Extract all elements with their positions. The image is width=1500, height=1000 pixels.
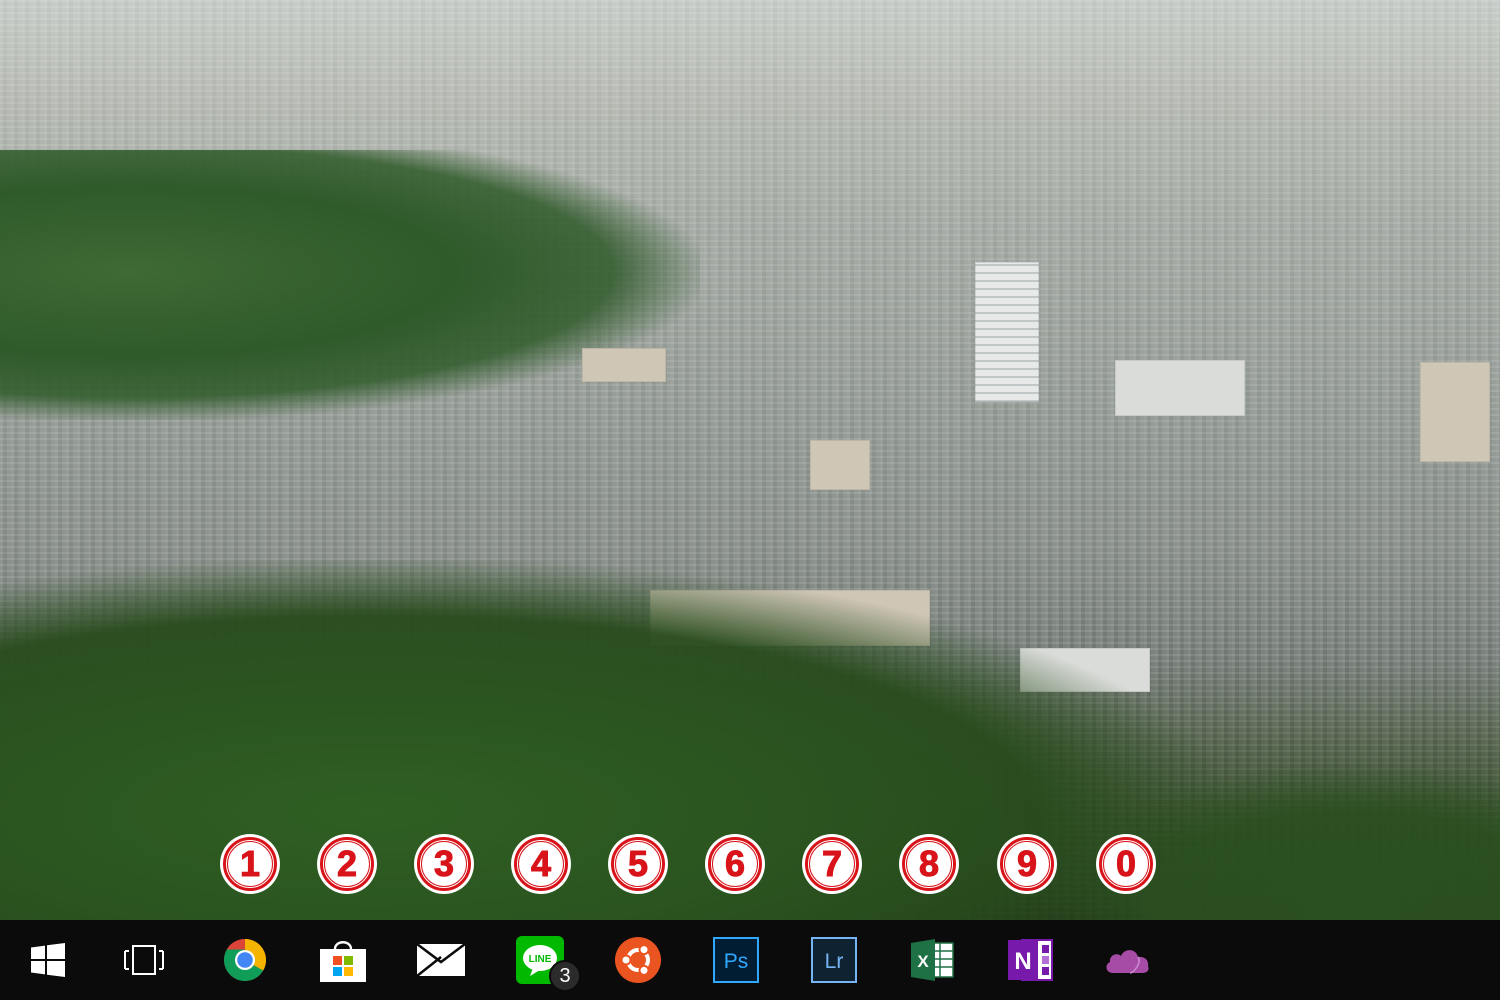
excel-icon-text: X: [917, 952, 929, 971]
marker-label: 0: [1115, 843, 1137, 884]
photoshop-taskbar-button[interactable]: Ps: [691, 920, 781, 1000]
marker-label: 5: [627, 843, 649, 884]
onedrive-icon: [1106, 950, 1149, 974]
taskbar: LINE Ps Lr X N: [0, 920, 1500, 1000]
number-marker-2: 2: [317, 834, 377, 894]
number-marker-1: 1: [220, 834, 280, 894]
start-button[interactable]: [3, 920, 93, 1000]
number-marker-8: 8: [899, 834, 959, 894]
number-marker-5: 5: [608, 834, 668, 894]
excel-taskbar-button[interactable]: X: [887, 920, 977, 1000]
photoshop-icon: Ps: [713, 937, 759, 983]
marker-label: 4: [530, 843, 552, 884]
windows-start-icon: [31, 943, 65, 977]
marker-label: 7: [821, 843, 843, 884]
ubuntu-taskbar-button[interactable]: [593, 920, 683, 1000]
excel-icon: X: [911, 939, 954, 981]
lightroom-icon: Lr: [811, 937, 857, 983]
marker-label: 3: [433, 843, 455, 884]
desktop: 1 2 3 4 5 6 7 8 9 0 LINE Ps Lr X N 3: [0, 0, 1500, 1000]
task-view-button[interactable]: [99, 920, 189, 1000]
marker-label: 8: [918, 843, 940, 884]
number-marker-4: 4: [511, 834, 571, 894]
onenote-icon-text: N: [1014, 948, 1031, 975]
number-marker-3: 3: [414, 834, 474, 894]
marker-label: 1: [239, 843, 261, 884]
mail-icon: [416, 943, 466, 977]
number-marker-9: 9: [997, 834, 1057, 894]
onenote-taskbar-button[interactable]: N: [985, 920, 1075, 1000]
number-marker-6: 6: [705, 834, 765, 894]
marker-label: 9: [1016, 843, 1038, 884]
chrome-taskbar-button[interactable]: [200, 920, 290, 1000]
chrome-icon: [223, 939, 267, 982]
number-marker-0: 0: [1096, 834, 1156, 894]
photoshop-icon-text: Ps: [724, 950, 749, 973]
onedrive-taskbar-button[interactable]: [1082, 920, 1172, 1000]
line-unread-badge: 3: [549, 960, 581, 992]
line-icon-text: LINE: [529, 954, 552, 965]
number-markers: 1 2 3 4 5 6 7 8 9 0: [0, 0, 1500, 920]
lightroom-icon-text: Lr: [825, 950, 844, 973]
store-icon: [320, 941, 366, 982]
onenote-icon: N: [1008, 939, 1053, 981]
mail-taskbar-button[interactable]: [396, 920, 486, 1000]
marker-label: 2: [336, 843, 358, 884]
ubuntu-icon: [615, 937, 661, 983]
store-taskbar-button[interactable]: [298, 920, 388, 1000]
marker-label: 6: [724, 843, 746, 884]
lightroom-taskbar-button[interactable]: Lr: [789, 920, 879, 1000]
task-view-icon: [124, 945, 164, 975]
number-marker-7: 7: [802, 834, 862, 894]
